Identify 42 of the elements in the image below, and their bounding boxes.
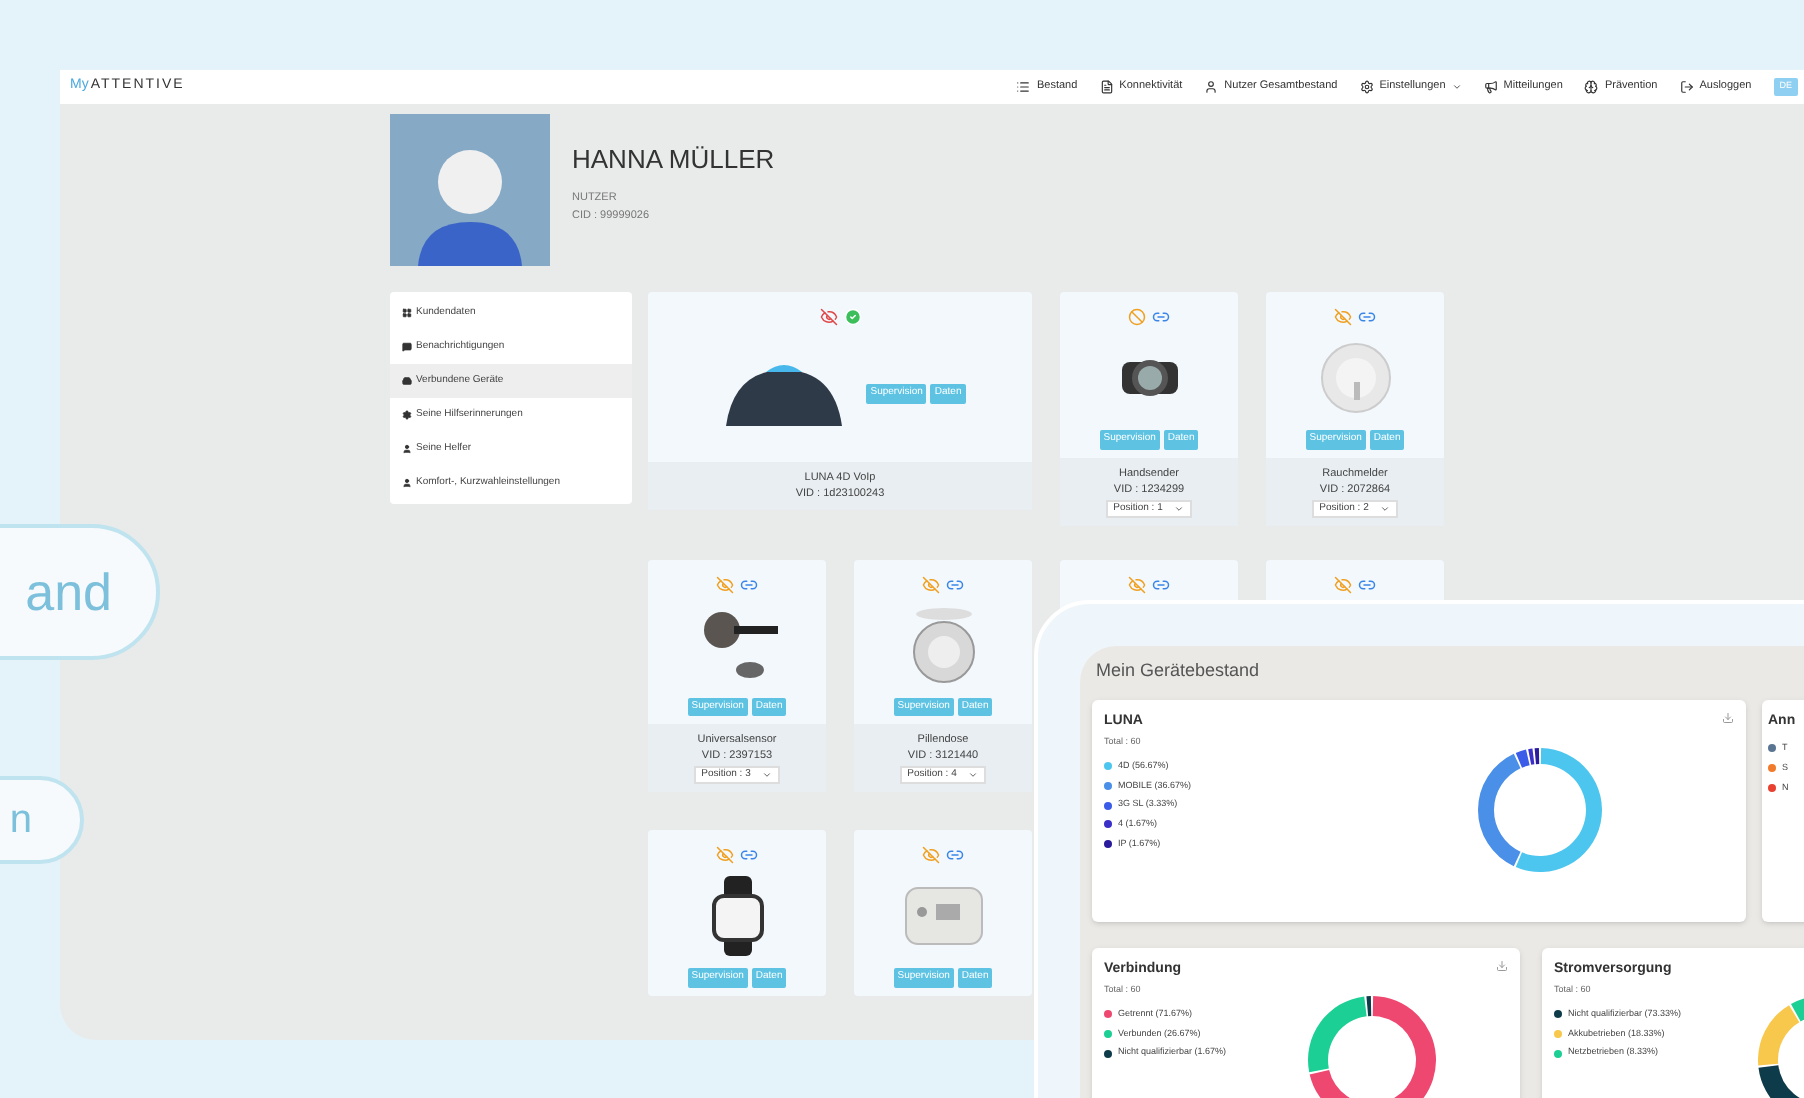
eye-off-icon <box>922 846 940 864</box>
megaphone-icon <box>1483 80 1498 94</box>
grid-icon <box>402 308 412 318</box>
user-name: HANNA MÜLLER <box>572 142 775 178</box>
device-icon <box>402 376 412 386</box>
download-icon[interactable] <box>1496 959 1508 971</box>
eye-off-icon <box>922 575 940 593</box>
link-icon <box>1358 575 1376 593</box>
user-icon <box>402 444 412 454</box>
link-icon <box>740 575 758 593</box>
list-icon <box>1016 80 1031 94</box>
logout-icon <box>1679 80 1694 94</box>
link-icon <box>1152 308 1170 326</box>
link-icon <box>946 575 964 593</box>
link-icon <box>1152 575 1170 593</box>
message-icon <box>402 342 412 352</box>
caret-icon <box>1451 82 1462 92</box>
caret-icon <box>1380 503 1391 513</box>
eye-off-icon <box>819 308 837 326</box>
eye-off-icon <box>1334 575 1352 593</box>
user-icon <box>1204 80 1219 94</box>
pill-text: and <box>25 559 112 625</box>
ban-icon <box>1128 308 1146 326</box>
eye-off-icon <box>716 846 734 864</box>
caret-icon <box>1174 503 1185 513</box>
eye-off-icon <box>1334 308 1352 326</box>
eye-off-icon <box>1128 575 1146 593</box>
pill-text: n <box>9 796 32 846</box>
gear-icon <box>402 410 412 420</box>
link-icon <box>740 846 758 864</box>
check-circle-icon <box>843 308 861 326</box>
link-icon <box>946 846 964 864</box>
download-icon[interactable] <box>1722 711 1734 723</box>
brain-icon <box>1584 80 1599 94</box>
dashboard-title: Mein Gerätebestand <box>1096 658 1262 684</box>
caret-icon <box>968 770 979 780</box>
user-icon <box>402 478 412 488</box>
link-icon <box>1358 308 1376 326</box>
eye-off-icon <box>716 575 734 593</box>
caret-icon <box>762 770 773 780</box>
file-icon <box>1099 80 1114 94</box>
gear-icon <box>1359 80 1374 94</box>
